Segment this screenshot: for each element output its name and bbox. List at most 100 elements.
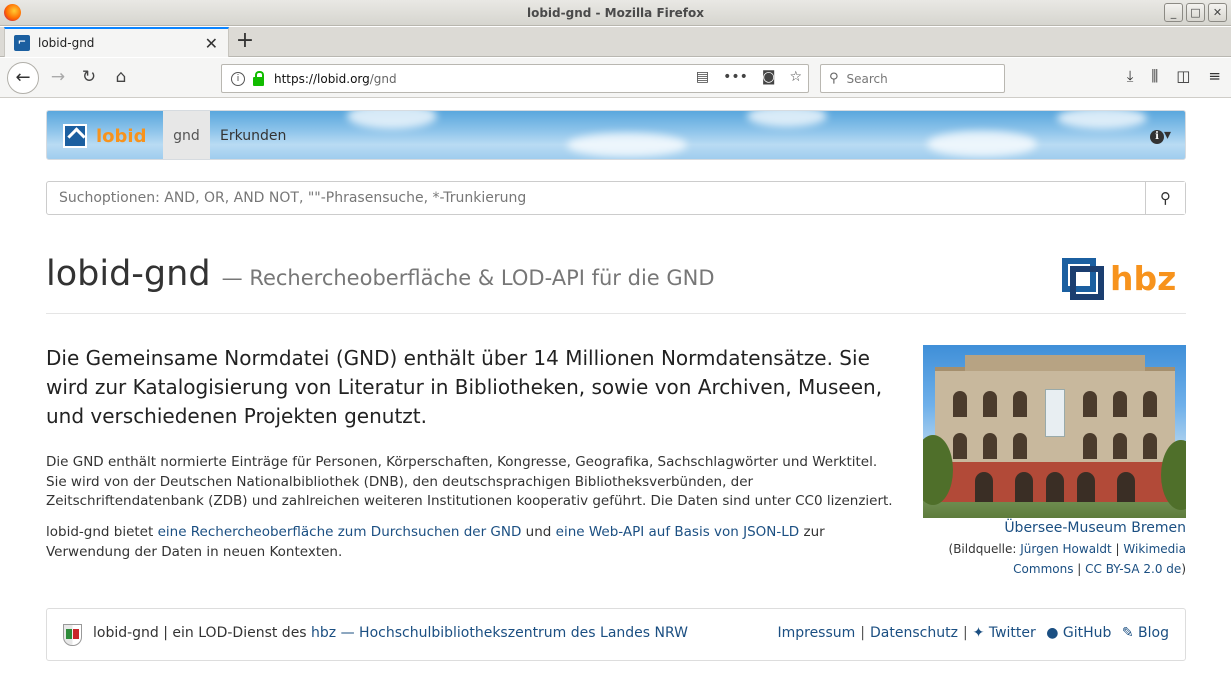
divider: [46, 313, 1186, 314]
impressum-link[interactable]: Impressum: [777, 625, 855, 641]
nav-item-erkunden[interactable]: Erkunden: [220, 111, 286, 159]
caret-down-icon: ▾: [1163, 127, 1171, 143]
footer-left: lobid-gnd | ein LOD-Dienst des hbz — Hoc…: [93, 625, 688, 641]
github-link[interactable]: ● GitHub: [1046, 625, 1111, 641]
credit-prefix: (Bildquelle:: [948, 542, 1021, 556]
gnd-search-input[interactable]: [47, 182, 1145, 214]
page-actions-icon[interactable]: •••: [723, 69, 748, 85]
cloud-decoration: [747, 111, 827, 127]
gnd-description: Die GND enthält normierte Einträge für P…: [46, 454, 893, 509]
search-button[interactable]: ⚲: [1145, 182, 1185, 214]
new-tab-button[interactable]: +: [235, 29, 255, 53]
credit-sep: |: [1111, 542, 1124, 556]
window-title: lobid-gnd - Mozilla Firefox: [526, 5, 705, 20]
menu-icon[interactable]: ≡: [1208, 67, 1221, 85]
cloud-decoration: [1057, 111, 1147, 129]
banner-image: [1045, 389, 1065, 437]
search-icon: ⚲: [829, 71, 839, 86]
site-navbar: lobid gnd Erkunden i ▾: [46, 110, 1186, 160]
cloud-decoration: [347, 111, 437, 129]
page-heading: lobid-gnd — Rechercheoberfläche & LOD-AP…: [46, 254, 715, 294]
maximize-button[interactable]: □: [1186, 3, 1205, 22]
footer-right: Impressum | Datenschutz | ✦ Twitter ● GitHub…: [777, 625, 1169, 641]
library-icon[interactable]: ⫼: [1151, 67, 1158, 85]
lead-paragraph: Die Gemeinsame Normdatei (GND) enthält ü…: [46, 346, 883, 428]
hbz-logo-link[interactable]: hbz: [1062, 258, 1177, 300]
github-icon: ●: [1046, 625, 1063, 641]
minimize-button[interactable]: _: [1164, 3, 1183, 22]
museum-building-image: [935, 355, 1175, 502]
blog-link[interactable]: ✎ Blog: [1122, 625, 1169, 641]
blog-label: Blog: [1138, 625, 1169, 641]
tab-strip: ⌐ lobid-gnd ✕ +: [0, 27, 1231, 57]
firefox-icon: [4, 4, 21, 21]
navigation-toolbar: ← → ↻ ⌂ i https://lobid.org/gnd ▤ ••• ◙ …: [0, 58, 1231, 98]
footer-separator: |: [962, 625, 968, 641]
text-span: lobid-gnd bietet: [46, 524, 158, 540]
downloads-icon[interactable]: ⤓: [1127, 67, 1134, 85]
lobid-brand-link[interactable]: lobid: [47, 111, 163, 159]
gnd-search-form: ⚲: [46, 181, 1186, 215]
secure-lock-icon: [253, 70, 264, 86]
license-link[interactable]: CC BY-SA 2.0 de: [1085, 562, 1181, 576]
hbz-logo-text: hbz: [1110, 258, 1177, 298]
nav-item-gnd[interactable]: gnd: [163, 111, 210, 159]
credit-sep: |: [1073, 562, 1086, 576]
url-actions: ▤ ••• ◙ ☆: [696, 69, 802, 85]
author-link[interactable]: Jürgen Howaldt: [1020, 542, 1111, 556]
lobid-gnd-description: lobid-gnd bietet eine Rechercheoberfläch…: [46, 522, 896, 562]
museum-link[interactable]: Übersee-Museum Bremen: [1004, 520, 1186, 536]
hbz-link[interactable]: hbz — Hochschulbibliothekszentrum des La…: [311, 625, 688, 641]
url-text[interactable]: https://lobid.org/gnd: [274, 72, 397, 86]
close-window-button[interactable]: ✕: [1208, 3, 1227, 22]
reload-icon[interactable]: ↻: [78, 67, 100, 87]
museum-photo[interactable]: [923, 345, 1186, 518]
url-bar[interactable]: i https://lobid.org/gnd ▤ ••• ◙ ☆: [221, 64, 809, 93]
url-path: /gnd: [369, 71, 397, 86]
page-subtitle: — Rechercheoberfläche & LOD-API für die …: [221, 266, 715, 290]
url-host: https://lobid.org: [274, 71, 370, 86]
window-titlebar: lobid-gnd - Mozilla Firefox _ □ ✕: [0, 0, 1231, 26]
hbz-logo-icon: [1062, 258, 1104, 300]
footer-text: lobid-gnd | ein LOD-Dienst des: [93, 625, 312, 641]
footer: lobid-gnd | ein LOD-Dienst des hbz — Hoc…: [46, 608, 1186, 661]
pencil-icon: ✎: [1121, 625, 1139, 641]
caption-title-row: Übersee-Museum Bremen: [923, 517, 1186, 539]
site-info-icon[interactable]: i: [231, 71, 245, 86]
sidebar-icon[interactable]: ◫: [1176, 67, 1190, 85]
tab-close-icon[interactable]: ✕: [205, 34, 218, 53]
web-api-link[interactable]: eine Web-API auf Basis von JSON-LD: [556, 524, 800, 540]
nrw-coat-of-arms-icon: [63, 624, 82, 646]
datenschutz-link[interactable]: Datenschutz: [870, 625, 958, 641]
browser-search-bar[interactable]: ⚲ Search: [820, 64, 1005, 93]
lobid-logo-icon: [63, 124, 87, 148]
page-title: lobid-gnd: [46, 254, 211, 294]
photo-credit: (Bildquelle: Jürgen Howaldt | Wikimedia …: [923, 539, 1186, 579]
twitter-label: Twitter: [988, 625, 1036, 641]
twitter-icon: ✦: [972, 625, 989, 641]
info-dropdown[interactable]: i ▾: [1149, 127, 1171, 144]
github-label: GitHub: [1062, 625, 1112, 641]
search-ui-link[interactable]: eine Rechercheoberfläche zum Durchsuchen…: [158, 524, 522, 540]
bookmark-star-icon[interactable]: ☆: [789, 69, 802, 85]
forward-button[interactable]: →: [47, 67, 69, 87]
reader-view-icon[interactable]: ▤: [696, 69, 709, 85]
tab-label: lobid-gnd: [38, 36, 95, 50]
footer-separator: |: [860, 625, 866, 641]
text-span: und: [521, 524, 556, 540]
brand-text: lobid: [96, 125, 147, 147]
twitter-link[interactable]: ✦ Twitter: [973, 625, 1036, 641]
page-content: lobid gnd Erkunden i▾ ⚲ lobid-gnd — Rech…: [0, 99, 1231, 687]
toolbar-icons: ⤓ ⫼ ◫ ≡: [1127, 67, 1221, 85]
tab-lobid-gnd[interactable]: ⌐ lobid-gnd ✕: [4, 27, 229, 57]
info-icon: i: [1149, 130, 1164, 144]
cloud-decoration: [567, 133, 687, 157]
window-controls: _ □ ✕: [1164, 3, 1227, 22]
credit-suffix: ): [1181, 562, 1186, 576]
back-button[interactable]: ←: [7, 62, 39, 94]
pocket-icon[interactable]: ◙: [762, 69, 776, 85]
home-icon[interactable]: ⌂: [110, 67, 132, 87]
photo-caption: Übersee-Museum Bremen (Bildquelle: Jürge…: [923, 517, 1186, 579]
lobid-favicon-icon: ⌐: [14, 35, 30, 51]
search-icon: ⚲: [1160, 189, 1171, 207]
